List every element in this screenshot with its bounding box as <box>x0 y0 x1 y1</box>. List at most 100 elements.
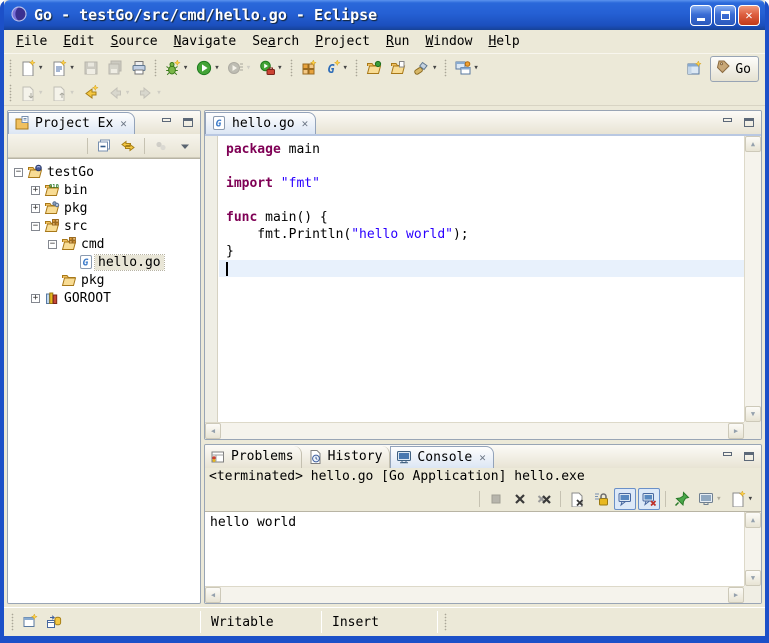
remove-all-terminated-button[interactable] <box>533 488 555 510</box>
scroll-right-button[interactable]: ▶ <box>728 587 744 603</box>
scroll-lock-button[interactable] <box>590 488 612 510</box>
menu-window[interactable]: Window <box>417 32 480 51</box>
tree-item-hello-go[interactable]: Ghello.go <box>8 253 200 271</box>
tree-item-testgo[interactable]: −testGo <box>8 163 200 181</box>
tab-problems[interactable]: Problems <box>205 446 302 468</box>
go-perspective-button[interactable]: Go <box>710 56 759 82</box>
menu-help[interactable]: Help <box>480 32 527 51</box>
debug-dropdown[interactable]: ▾ <box>183 63 188 73</box>
scroll-up-button[interactable]: ▲ <box>745 512 761 528</box>
code-line[interactable]: func main() { <box>219 209 744 226</box>
run-button[interactable]: ▾ <box>193 57 222 79</box>
tree-item-bin[interactable]: +010bin <box>8 181 200 199</box>
open-plugin-artifact-button[interactable] <box>363 57 385 79</box>
tab-hello-go[interactable]: G hello.go ✕ <box>205 112 316 134</box>
synchronize-dropdown[interactable]: ▾ <box>473 63 478 73</box>
code-line[interactable]: fmt.Println("hello world"); <box>219 226 744 243</box>
code-line[interactable] <box>219 158 744 175</box>
maximize-view-button[interactable] <box>179 115 196 130</box>
collapse-icon[interactable]: − <box>14 168 23 177</box>
title-bar[interactable]: Go - testGo/src/cmd/hello.go - Eclipse ✕ <box>4 0 765 30</box>
close-icon[interactable]: ✕ <box>302 117 309 130</box>
show-stderr-button[interactable] <box>638 488 660 510</box>
pin-console-button[interactable] <box>671 488 693 510</box>
tree-item-goroot[interactable]: +GOROOT <box>8 289 200 307</box>
maximize-window-button[interactable] <box>714 5 736 26</box>
code-editor[interactable]: package main import "fmt" func main() { fm… <box>219 136 744 422</box>
search-dropdown[interactable]: ▾ <box>432 63 437 73</box>
scroll-left-button[interactable]: ◀ <box>205 423 221 439</box>
scroll-down-button[interactable]: ▼ <box>745 570 761 586</box>
remove-launch-button[interactable] <box>509 488 531 510</box>
last-edit-location-button[interactable] <box>80 82 102 104</box>
open-perspective-button[interactable] <box>683 58 705 80</box>
print-button[interactable] <box>128 57 150 79</box>
expand-icon[interactable]: + <box>31 186 40 195</box>
maximize-view-button[interactable] <box>740 449 757 464</box>
code-line[interactable]: import "fmt" <box>219 175 744 192</box>
tree-item-cmd[interactable]: −cmd <box>8 235 200 253</box>
tab-history[interactable]: History <box>302 446 391 468</box>
vertical-scrollbar[interactable]: ▲ ▼ <box>744 512 761 586</box>
expand-icon[interactable]: + <box>31 204 40 213</box>
display-selected-console-button[interactable]: ▾ <box>695 488 724 510</box>
minimize-view-button[interactable] <box>719 115 736 130</box>
tree-item-pkg[interactable]: pkg <box>8 271 200 289</box>
expand-icon[interactable]: + <box>31 294 40 303</box>
project-tree[interactable]: −testGo+010bin+pkg−src−cmdGhello.gopkg+G… <box>8 158 200 603</box>
vertical-scrollbar[interactable]: ▲ ▼ <box>744 136 761 422</box>
external-tools-dropdown[interactable]: ▾ <box>277 63 282 73</box>
close-icon[interactable]: ✕ <box>479 451 486 464</box>
close-window-button[interactable]: ✕ <box>738 5 760 26</box>
open-resource-button[interactable] <box>387 57 409 79</box>
external-tools-button[interactable]: ▾ <box>256 57 285 79</box>
debug-button[interactable]: ▾ <box>162 57 191 79</box>
new-go-project-button[interactable] <box>298 57 320 79</box>
scroll-down-button[interactable]: ▼ <box>745 406 761 422</box>
clear-console-button[interactable] <box>566 488 588 510</box>
menu-navigate[interactable]: Navigate <box>166 32 245 51</box>
menu-file[interactable]: File <box>8 32 55 51</box>
minimize-view-button[interactable] <box>719 449 736 464</box>
new-file-wizard-button[interactable]: ▾ <box>48 57 77 79</box>
code-line[interactable]: } <box>219 243 744 260</box>
open-console-button[interactable]: ▾ <box>727 488 756 510</box>
menu-project[interactable]: Project <box>307 32 378 51</box>
collapse-all-button[interactable] <box>93 135 115 157</box>
collapse-icon[interactable]: − <box>31 222 40 231</box>
link-with-editor-button[interactable] <box>117 135 139 157</box>
code-line[interactable]: package main <box>219 141 744 158</box>
fast-view-button[interactable] <box>19 611 41 633</box>
tab-project-explorer[interactable]: Project Ex ✕ <box>8 112 135 134</box>
scroll-up-button[interactable]: ▲ <box>745 136 761 152</box>
new-go-element-dropdown[interactable]: ▾ <box>343 63 348 73</box>
open-console-dropdown[interactable]: ▾ <box>748 494 753 504</box>
maximize-view-button[interactable] <box>740 115 757 130</box>
show-stdout-button[interactable] <box>614 488 636 510</box>
code-line[interactable] <box>219 260 744 277</box>
view-menu-button[interactable] <box>174 135 196 157</box>
scroll-left-button[interactable]: ◀ <box>205 587 221 603</box>
annotation-ruler[interactable] <box>205 136 218 422</box>
console-output[interactable]: hello world <box>205 512 744 586</box>
new-go-element-button[interactable]: G▾ <box>322 57 351 79</box>
minimize-view-button[interactable] <box>158 115 175 130</box>
scroll-right-button[interactable]: ▶ <box>728 423 744 439</box>
menu-search[interactable]: Search <box>244 32 307 51</box>
search-button[interactable]: ▾ <box>411 57 440 79</box>
tree-item-pkg[interactable]: +pkg <box>8 199 200 217</box>
tree-item-src[interactable]: −src <box>8 217 200 235</box>
menu-run[interactable]: Run <box>378 32 417 51</box>
close-icon[interactable]: ✕ <box>120 117 127 130</box>
synchronize-button[interactable]: ▾ <box>452 57 481 79</box>
tab-console[interactable]: Console✕ <box>390 446 493 468</box>
new-file-wizard-dropdown[interactable]: ▾ <box>69 63 74 73</box>
run-dropdown[interactable]: ▾ <box>214 63 219 73</box>
horizontal-scrollbar[interactable]: ◀ ▶ <box>205 422 744 439</box>
new-wizard-dropdown[interactable]: ▾ <box>38 63 43 73</box>
new-wizard-button[interactable]: ▾ <box>17 57 46 79</box>
code-line[interactable] <box>219 192 744 209</box>
horizontal-scrollbar[interactable]: ◀ ▶ <box>205 586 744 603</box>
menu-edit[interactable]: Edit <box>55 32 102 51</box>
collapse-icon[interactable]: − <box>48 240 57 249</box>
